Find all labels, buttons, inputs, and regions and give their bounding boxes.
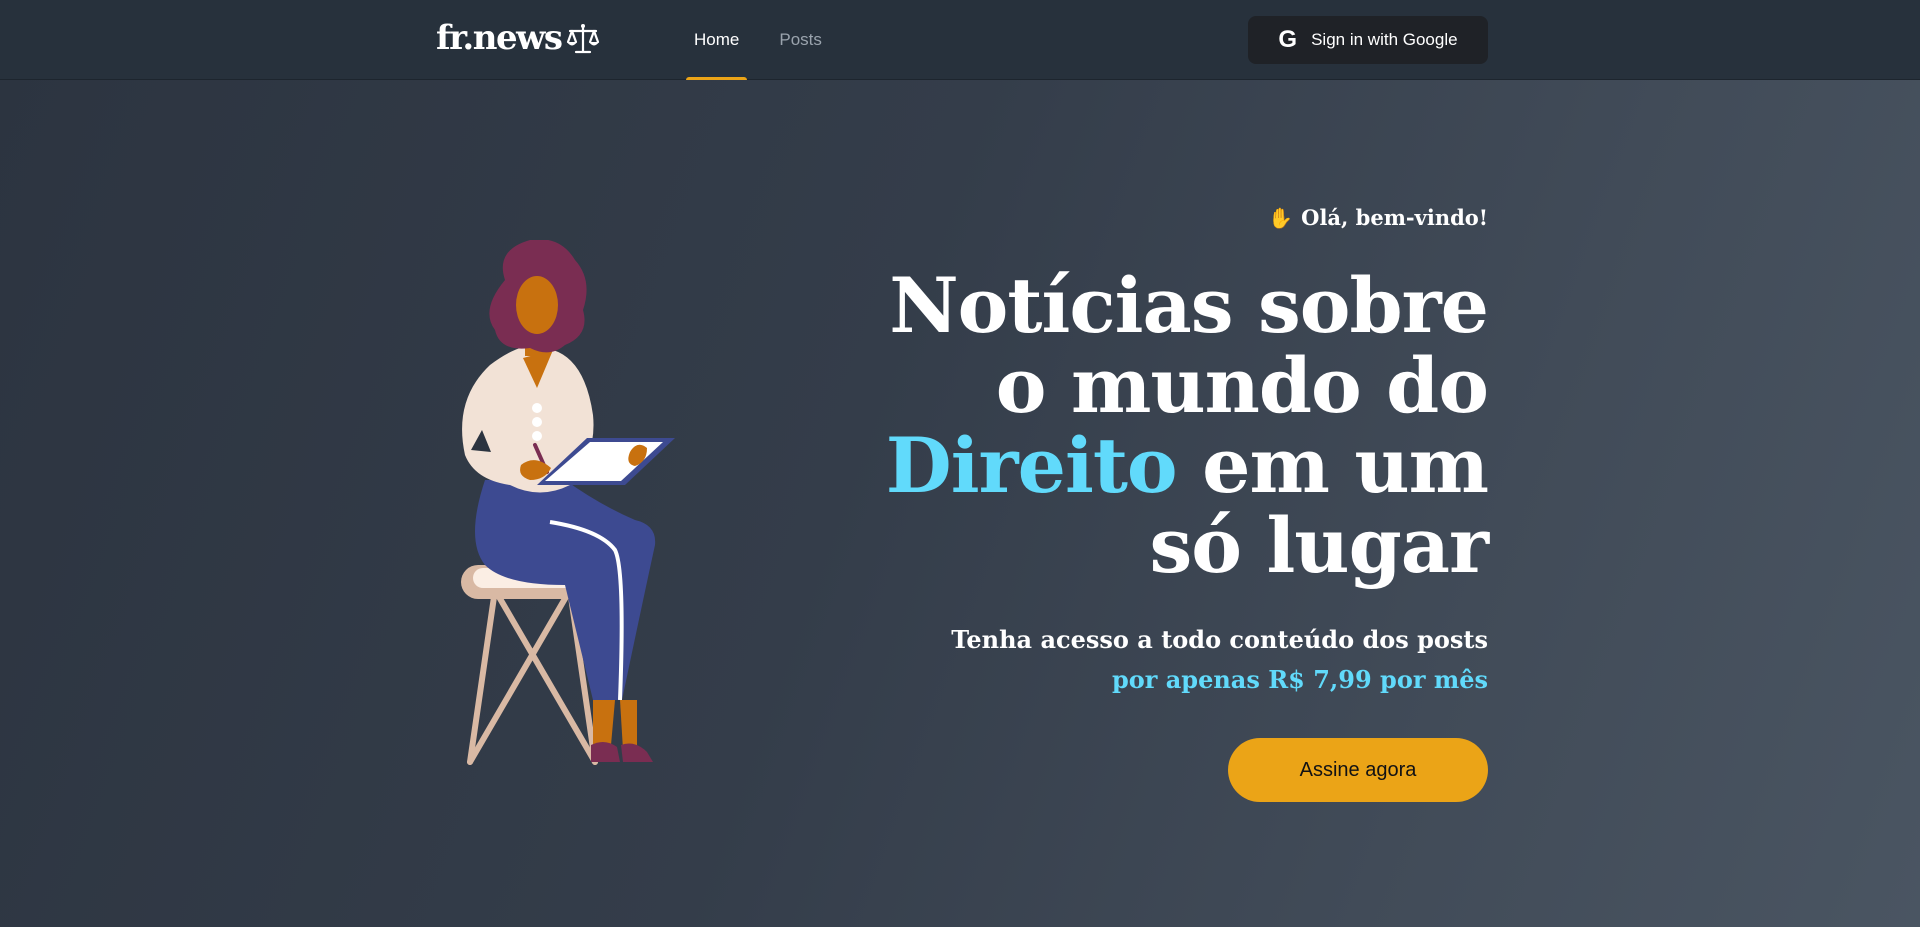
google-icon: G: [1278, 26, 1298, 53]
subscribe-button[interactable]: Assine agora: [1228, 738, 1488, 802]
waving-hand-icon: ✋: [1268, 205, 1294, 230]
nav-home[interactable]: Home: [686, 0, 748, 80]
welcome-text: Olá, bem-vindo!: [1301, 205, 1488, 230]
headline-part-2: em um só lugar: [1149, 421, 1489, 590]
header-container: fr.news Home Posts G Sign in with Google: [436, 0, 1488, 80]
subtitle-price: por apenas R$ 7,99 por mês: [1111, 665, 1488, 694]
hero-subtitle: Tenha acesso a todo conteúdo dos posts p…: [848, 620, 1488, 700]
main-nav: Home Posts: [686, 0, 854, 80]
headline-part-1: Notícias sobre o mundo do: [889, 261, 1489, 430]
sign-in-google-button[interactable]: G Sign in with Google: [1248, 16, 1488, 64]
logo[interactable]: fr.news: [436, 18, 600, 58]
woman-with-tablet-illustration: [461, 240, 675, 765]
sign-in-label: Sign in with Google: [1311, 30, 1458, 49]
headline-accent: Direito: [885, 421, 1178, 510]
logo-text: fr.news: [436, 18, 563, 58]
hero-headline: Notícias sobre o mundo do Direito em um …: [848, 266, 1489, 586]
top-header: fr.news Home Posts G Sign in with Google: [0, 0, 1920, 80]
hero-section: ✋ Olá, bem-vindo! Notícias sobre o mundo…: [848, 205, 1489, 700]
subtitle-line-1: Tenha acesso a todo conteúdo dos posts: [951, 625, 1488, 654]
nav-posts[interactable]: Posts: [771, 0, 830, 80]
scales-icon: [566, 24, 599, 54]
welcome-message: ✋ Olá, bem-vindo!: [848, 205, 1488, 230]
